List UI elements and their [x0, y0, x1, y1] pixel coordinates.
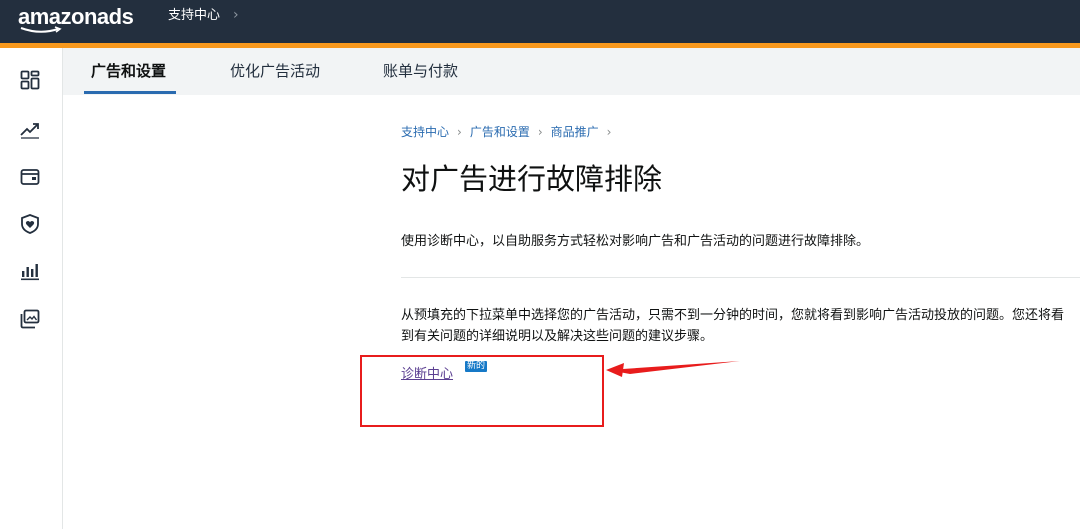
- breadcrumb-separator: ›: [537, 125, 543, 139]
- active-tab-indicator: [84, 91, 176, 94]
- dashboard-icon[interactable]: [19, 69, 41, 91]
- intro-text: 使用诊断中心，以自助服务方式轻松对影响广告和广告活动的问题进行故障排除。: [401, 234, 870, 249]
- top-breadcrumb-support-center[interactable]: 支持中心: [168, 8, 220, 24]
- tab-bar: 广告和设置 优化广告活动 账单与付款: [63, 48, 1080, 95]
- body-paragraph: 从预填充的下拉菜单中选择您的广告活动，只需不到一分钟的时间，您就将看到影响广告活…: [401, 308, 1065, 344]
- shield-heart-icon[interactable]: [19, 213, 41, 235]
- breadcrumb-separator: ›: [457, 125, 462, 139]
- breadcrumb-separator: ›: [606, 125, 612, 139]
- breadcrumb-support-center[interactable]: 支持中心: [401, 125, 449, 139]
- left-icon-rail: [0, 48, 63, 529]
- gallery-icon[interactable]: [19, 308, 41, 330]
- breadcrumb-sponsored-products[interactable]: 商品推广: [551, 125, 599, 139]
- wallet-icon[interactable]: [19, 166, 41, 188]
- page-title: 对广告进行故障排除: [401, 162, 663, 196]
- annotation-arrow-icon: [606, 361, 740, 377]
- breadcrumb-ads-and-settings[interactable]: 广告和设置: [470, 125, 530, 139]
- trend-icon[interactable]: [19, 118, 41, 140]
- bar-chart-icon[interactable]: [19, 260, 41, 282]
- logo-smile-icon: [20, 26, 62, 33]
- annotation-highlight-box: [360, 355, 604, 427]
- breadcrumb: 支持中心 › 广告和设置 › 商品推广 ›: [401, 124, 619, 140]
- chevron-right-icon: ›: [233, 7, 239, 23]
- section-divider: [401, 277, 1080, 278]
- tab-billing-and-payments[interactable]: 账单与付款: [383, 61, 458, 81]
- tab-optimize-campaigns[interactable]: 优化广告活动: [230, 61, 320, 81]
- amazon-ads-logo[interactable]: amazonads: [18, 4, 134, 34]
- top-navigation-bar: amazonads 支持中心 ›: [0, 0, 1080, 43]
- tab-ads-and-settings[interactable]: 广告和设置: [91, 61, 166, 81]
